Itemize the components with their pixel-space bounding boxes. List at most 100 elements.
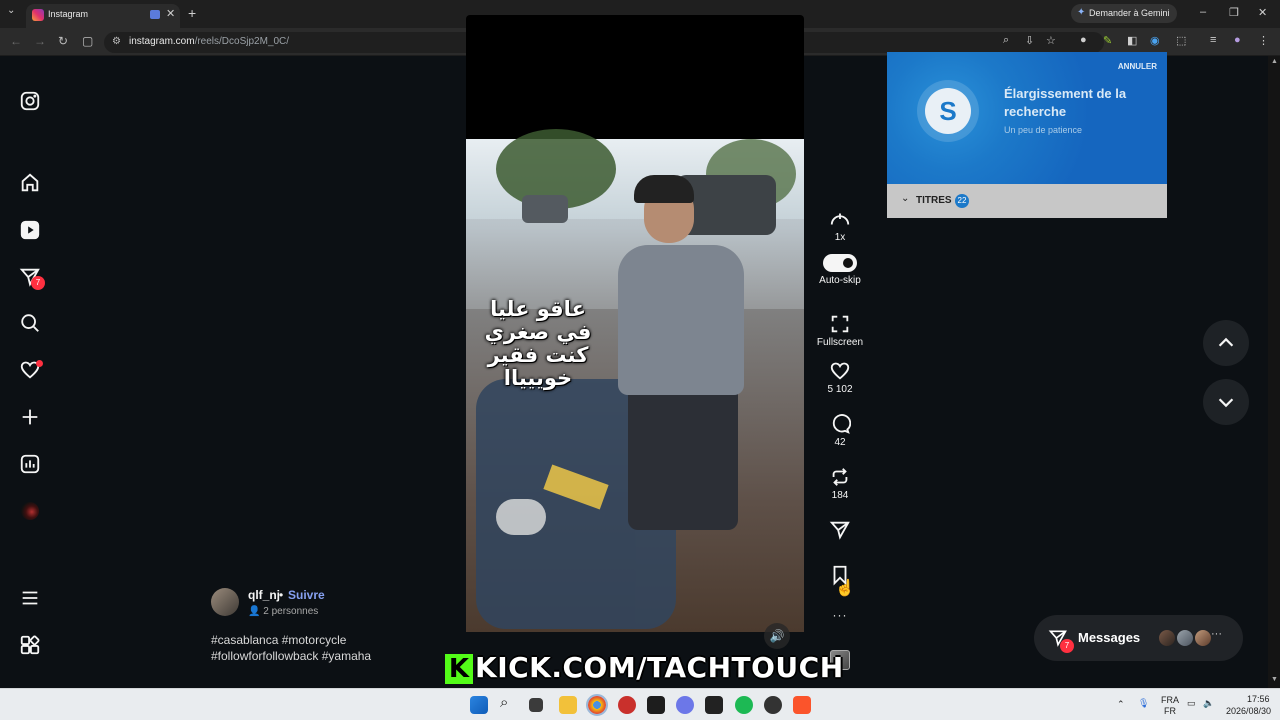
contact-avatar-1 [1158, 629, 1176, 647]
author-username[interactable]: qlf_nj [248, 588, 280, 602]
messages-count-badge: 7 [31, 276, 45, 290]
more-options-button[interactable]: ··· [810, 608, 870, 622]
home-icon[interactable] [19, 172, 41, 194]
chrome-icon[interactable] [586, 694, 608, 716]
network-icon[interactable]: ▭ [1187, 698, 1196, 709]
back-icon[interactable]: ← [10, 34, 22, 48]
brave-icon[interactable] [793, 696, 811, 714]
language-top[interactable]: FRA [1161, 695, 1179, 705]
reading-list-icon[interactable]: ≡ [1210, 34, 1216, 46]
obs-icon[interactable] [764, 696, 782, 714]
volume-icon[interactable]: 🔈 [1203, 698, 1214, 709]
search-icon[interactable] [19, 312, 41, 334]
instagram-logo-icon[interactable] [19, 90, 41, 112]
reels-icon[interactable] [19, 219, 41, 241]
minimize-button[interactable]: – [1200, 6, 1206, 18]
auto-skip-toggle[interactable]: Auto-skip [810, 254, 870, 286]
profile-avatar[interactable] [19, 500, 41, 522]
site-info-icon[interactable]: ⚙ [112, 36, 121, 47]
page-scrollbar[interactable]: ▲ ▼ [1268, 56, 1280, 688]
like-button[interactable]: 5 102 [810, 360, 870, 395]
reload-icon[interactable]: ↻ [58, 34, 68, 48]
close-window-button[interactable]: ✕ [1258, 6, 1267, 19]
opera-app-icon[interactable] [618, 696, 636, 714]
share-button[interactable] [810, 519, 870, 543]
repost-button[interactable]: 184 [810, 466, 870, 501]
hashtags-line-2[interactable]: #followforfollowback #yamaha [211, 648, 461, 664]
windows-taskbar: ⌕ ⌃ 🎙 FRA FR ▭ 🔈 17:56 2026/08/30 [0, 688, 1280, 720]
follow-button[interactable]: Suivre [288, 588, 325, 602]
bookmark-star-icon[interactable]: ☆ [1046, 34, 1056, 47]
shazam-logo-icon[interactable]: S [925, 88, 971, 134]
cancel-button[interactable]: ANNULER [1118, 62, 1157, 71]
task-view-icon[interactable] [529, 698, 543, 712]
fullscreen-button[interactable]: Fullscreen [810, 313, 870, 348]
extensions-puzzle-icon[interactable]: ⬚ [1176, 34, 1186, 47]
titles-label: TITRES [916, 195, 952, 206]
extension-icon-2[interactable]: ✎ [1103, 34, 1112, 47]
heart-icon [830, 362, 850, 380]
shazam-extension-icon[interactable]: ◉ [1150, 34, 1160, 47]
url-text: instagram.com/reels/DcoSjp2M_0C/ [129, 36, 290, 47]
comment-count: 42 [834, 437, 846, 448]
clock-date[interactable]: 2026/08/30 [1226, 706, 1271, 716]
speed-value: 1x [834, 232, 846, 243]
start-windows-icon[interactable] [470, 696, 488, 714]
titles-count-badge: 22 [955, 194, 969, 208]
language-bottom[interactable]: FR [1164, 706, 1176, 716]
browser-menu-icon[interactable]: ⋮ [1258, 34, 1269, 47]
tab-close-button[interactable]: ✕ [166, 7, 175, 20]
file-explorer-icon[interactable] [559, 696, 577, 714]
create-plus-icon[interactable] [19, 406, 41, 428]
next-reel-button[interactable] [1203, 379, 1249, 425]
taskbar-search-icon[interactable]: ⌕ [500, 694, 508, 711]
capcut-icon[interactable] [705, 696, 723, 714]
install-app-icon[interactable]: ⇩ [1025, 34, 1034, 47]
comment-button[interactable]: 42 [810, 413, 870, 448]
clock-time[interactable]: 17:56 [1247, 694, 1270, 704]
new-tab-button[interactable]: + [188, 5, 196, 21]
tab-instagram[interactable]: Instagram ✕ [26, 4, 180, 28]
spotify-icon[interactable] [735, 696, 753, 714]
tab-search-button[interactable]: ⌄ [7, 5, 15, 16]
also-from-meta-icon[interactable] [19, 634, 41, 656]
mouse-cursor-icon: ☝ [835, 580, 855, 597]
collaborators[interactable]: 👤 2 personnes [248, 606, 318, 617]
toggle-switch[interactable] [823, 254, 857, 272]
scroll-down-arrow-icon[interactable]: ▼ [1271, 676, 1278, 683]
microphone-icon[interactable]: 🎙 [1138, 698, 1149, 709]
more-contacts-icon: ··· [1211, 628, 1222, 640]
split-view-icon[interactable]: ▢ [82, 34, 93, 48]
separator-dot: • [279, 588, 284, 602]
scroll-up-arrow-icon[interactable]: ▲ [1271, 58, 1278, 65]
terminal-app-icon[interactable] [647, 696, 665, 714]
zoom-icon[interactable]: ⌕ [1003, 34, 1009, 47]
forward-icon[interactable]: → [34, 34, 46, 48]
profile-avatar-icon[interactable]: ● [1234, 34, 1241, 46]
messages-button[interactable]: 7 Messages ··· [1034, 615, 1243, 661]
playback-speed-button[interactable]: 1x [810, 208, 870, 243]
media-playing-icon[interactable] [150, 10, 160, 19]
ask-gemini-button[interactable]: ✦ Demander à Gemini [1071, 4, 1177, 23]
author-avatar[interactable] [211, 588, 239, 616]
auto-skip-label: Auto-skip [819, 275, 861, 286]
discord-icon[interactable] [676, 696, 694, 714]
titles-expander[interactable]: ⌄ TITRES 22 [887, 184, 1167, 218]
fullscreen-label: Fullscreen [816, 337, 864, 348]
reel-caption: #casablanca #motorcycle #followforfollow… [211, 632, 461, 664]
shazam-heading: Élargissement de la recherche [1004, 86, 1127, 119]
extension-icon-3[interactable]: ◧ [1127, 34, 1137, 47]
shazam-subtitle: Un peu de patience [1004, 125, 1083, 135]
messages-count-badge: 7 [1060, 639, 1074, 653]
more-menu-icon[interactable] [19, 587, 41, 609]
show-hidden-icons-icon[interactable]: ⌃ [1117, 699, 1125, 710]
chevron-down-icon [1218, 398, 1234, 408]
maximize-button[interactable]: ❐ [1229, 6, 1239, 19]
chevron-down-icon: ⌄ [901, 193, 910, 204]
dashboard-icon[interactable] [19, 453, 41, 475]
volume-toggle-button[interactable]: 🔊 [764, 623, 790, 649]
previous-reel-button[interactable] [1203, 320, 1249, 366]
extension-icon-1[interactable]: ● [1080, 34, 1087, 46]
messages-label: Messages [1078, 630, 1141, 645]
hashtags-line-1[interactable]: #casablanca #motorcycle [211, 632, 461, 648]
